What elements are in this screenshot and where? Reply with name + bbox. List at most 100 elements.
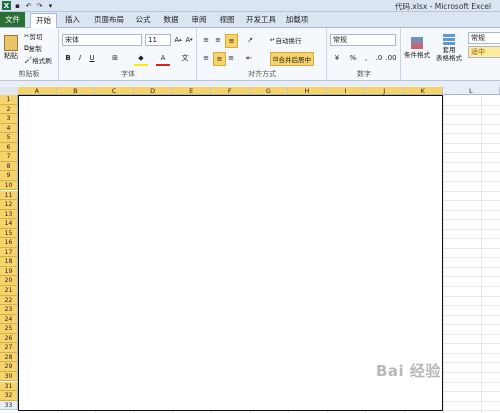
- customize-qat-icon[interactable]: ▾: [46, 1, 55, 10]
- align-right-icon[interactable]: ≡: [226, 52, 236, 64]
- row-header-6[interactable]: 6: [0, 142, 18, 153]
- wrap-text-button[interactable]: ↵ 自动换行: [270, 34, 301, 46]
- paste-button[interactable]: 粘贴: [2, 30, 20, 66]
- row-header-23[interactable]: 23: [0, 305, 18, 315]
- copy-button[interactable]: ⧉ 复制: [24, 43, 42, 54]
- row-header-27[interactable]: 27: [0, 343, 18, 353]
- tab-formulas[interactable]: 公式: [132, 13, 154, 26]
- column-header-k[interactable]: K: [404, 87, 443, 95]
- row-header-31[interactable]: 31: [0, 381, 18, 392]
- save-icon[interactable]: ▪: [13, 1, 22, 10]
- row-header-9[interactable]: 9: [0, 171, 18, 181]
- row-header-25[interactable]: 25: [0, 324, 18, 334]
- row-header-22[interactable]: 22: [0, 295, 18, 306]
- tab-addins[interactable]: 加载项: [284, 13, 310, 26]
- font-color-icon[interactable]: A: [156, 52, 170, 66]
- column-header-j[interactable]: J: [365, 87, 404, 95]
- number-format-select[interactable]: 常规: [330, 34, 396, 46]
- comma-icon[interactable]: ,: [361, 52, 371, 64]
- row-header-8[interactable]: 8: [0, 161, 18, 172]
- row-header-33[interactable]: 33: [0, 400, 18, 411]
- row-header-24[interactable]: 24: [0, 314, 18, 325]
- style-normal[interactable]: 常规: [468, 32, 500, 44]
- format-painter-button[interactable]: 🖌 格式刷: [24, 55, 52, 65]
- tab-file[interactable]: 文件: [0, 12, 25, 27]
- title-bar: X ▪ ↶ ↷ ▾ 代码.xlsx - Microsoft Excel: [0, 0, 500, 12]
- percent-button[interactable]: %: [348, 52, 358, 64]
- column-header-g[interactable]: G: [249, 87, 289, 95]
- row-header-13[interactable]: 13: [0, 209, 18, 220]
- row-header-11[interactable]: 11: [0, 190, 18, 201]
- row-header-21[interactable]: 21: [0, 286, 18, 296]
- row-header-10[interactable]: 10: [0, 180, 18, 191]
- indent-icon[interactable]: ⇤: [244, 52, 254, 64]
- column-header-e[interactable]: E: [172, 87, 211, 95]
- row-header-7[interactable]: 7: [0, 152, 18, 162]
- column-header-c[interactable]: C: [95, 87, 134, 95]
- grow-font-button[interactable]: A ▴: [173, 34, 183, 46]
- paste-icon: [4, 35, 18, 51]
- currency-icon[interactable]: ¥: [331, 52, 343, 64]
- decrease-decimal-icon[interactable]: .00: [385, 52, 396, 64]
- quick-access-toolbar: X ▪ ↶ ↷ ▾: [2, 1, 55, 10]
- tab-page-layout[interactable]: 页面布局: [90, 13, 128, 26]
- undo-icon[interactable]: ↶: [24, 1, 33, 10]
- italic-button[interactable]: I: [75, 52, 85, 64]
- shrink-font-button[interactable]: A ▾: [184, 34, 194, 46]
- bold-button[interactable]: B: [63, 52, 73, 64]
- column-header-h[interactable]: H: [288, 87, 327, 95]
- tab-home[interactable]: 开始: [30, 13, 57, 28]
- font-size-select[interactable]: 11: [145, 34, 171, 46]
- align-middle-icon[interactable]: ≡: [213, 34, 223, 46]
- row-header-28[interactable]: 28: [0, 352, 18, 363]
- tab-review[interactable]: 审阅: [188, 13, 210, 26]
- row-header-16[interactable]: 16: [0, 238, 18, 248]
- underline-button[interactable]: U: [87, 52, 97, 64]
- cut-button[interactable]: ✂ 剪切: [24, 31, 42, 41]
- ribbon-tabs: 文件 开始 插入 页面布局 公式 数据 审阅 视图 开发工具 加载项: [0, 12, 500, 28]
- row-header-2[interactable]: 2: [0, 104, 18, 115]
- tab-view[interactable]: 视图: [216, 13, 238, 26]
- row-header-29[interactable]: 29: [0, 362, 18, 372]
- align-top-icon[interactable]: ≡: [201, 34, 211, 46]
- row-header-20[interactable]: 20: [0, 276, 18, 286]
- row-header-19[interactable]: 19: [0, 266, 18, 277]
- style-medium[interactable]: 适中: [468, 46, 500, 58]
- borders-icon[interactable]: ⊞: [108, 52, 122, 64]
- increase-decimal-icon[interactable]: .0: [374, 52, 384, 64]
- align-center-icon[interactable]: ≡: [213, 52, 226, 66]
- merge-center-button[interactable]: ⊟ 合并后居中: [270, 52, 314, 66]
- column-header-d[interactable]: D: [133, 87, 173, 95]
- phonetic-icon[interactable]: 文: [178, 52, 192, 64]
- row-header-4[interactable]: 4: [0, 123, 18, 134]
- column-header-i[interactable]: I: [326, 87, 366, 95]
- row-header-32[interactable]: 32: [0, 391, 18, 401]
- row-header-12[interactable]: 12: [0, 200, 18, 210]
- row-header-3[interactable]: 3: [0, 114, 18, 124]
- format-as-table-button[interactable]: 套用 表格格式: [434, 30, 464, 66]
- column-header-l[interactable]: L: [442, 87, 500, 95]
- row-header-5[interactable]: 5: [0, 133, 18, 143]
- column-header-b[interactable]: B: [56, 87, 96, 95]
- tab-insert[interactable]: 插入: [60, 13, 85, 26]
- row-header-18[interactable]: 18: [0, 257, 18, 267]
- font-name-select[interactable]: 宋体: [62, 34, 142, 46]
- conditional-format-button[interactable]: 条件格式: [404, 30, 430, 66]
- tab-data[interactable]: 数据: [160, 13, 182, 26]
- excel-logo-icon: X: [2, 1, 11, 10]
- orientation-icon[interactable]: ↗: [244, 34, 256, 46]
- column-header-a[interactable]: A: [18, 87, 57, 95]
- redo-icon[interactable]: ↷: [35, 1, 44, 10]
- column-header-f[interactable]: F: [211, 87, 250, 95]
- row-header-15[interactable]: 15: [0, 228, 18, 239]
- styles-group: 条件格式 套用 表格格式 常规 适中: [402, 28, 500, 80]
- align-left-icon[interactable]: ≡: [201, 52, 211, 64]
- row-header-17[interactable]: 17: [0, 247, 18, 258]
- row-header-26[interactable]: 26: [0, 333, 18, 344]
- fill-color-icon[interactable]: ◆: [134, 52, 148, 66]
- row-header-30[interactable]: 30: [0, 371, 18, 382]
- align-bottom-icon[interactable]: ≡: [225, 34, 238, 48]
- row-header-1[interactable]: 1: [0, 95, 18, 105]
- row-header-14[interactable]: 14: [0, 219, 18, 229]
- tab-developer[interactable]: 开发工具: [244, 13, 278, 26]
